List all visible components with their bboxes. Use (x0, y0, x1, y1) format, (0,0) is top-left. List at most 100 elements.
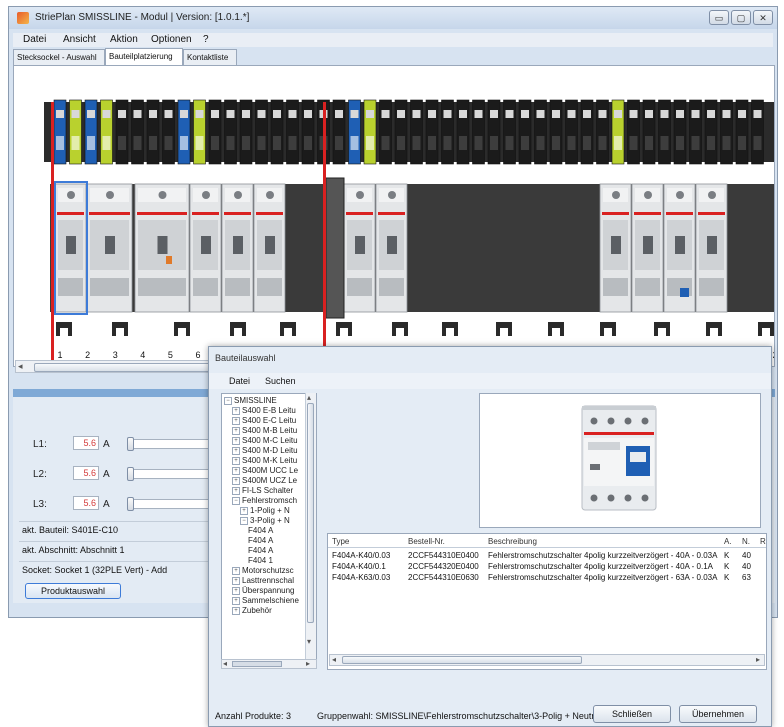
tree-scroll-up-icon[interactable]: ▴ (307, 393, 311, 402)
tree-node[interactable]: + S400 E-C Leitu (224, 416, 299, 426)
collapse-icon[interactable]: − (224, 396, 232, 405)
expand-icon[interactable]: + (232, 596, 240, 605)
maximize-button[interactable]: ▢ (731, 10, 751, 25)
expand-icon[interactable]: + (232, 566, 240, 575)
tree-node[interactable]: F404 1 (224, 556, 299, 566)
tree-node[interactable]: F404 A (224, 526, 299, 536)
tree-node[interactable]: −3-Polig + N (224, 516, 299, 526)
terminal-label (645, 136, 653, 150)
tree-node[interactable]: + Motorschutzsc (224, 566, 299, 576)
tab-stecksockel-auswahl[interactable]: Stecksockel - Auswahl (13, 49, 105, 65)
tree-node[interactable]: + S400M UCC Le (224, 466, 299, 476)
l2-slider[interactable] (127, 469, 217, 479)
col-header-bestellnr[interactable]: Bestell-Nr. (408, 537, 445, 546)
col-header-a[interactable]: A. (724, 537, 732, 546)
tree-node[interactable]: F404 A (224, 546, 299, 556)
breaker-screw (708, 191, 716, 199)
expand-icon[interactable]: + (232, 426, 240, 435)
tree-node[interactable]: + S400M UCZ Le (224, 476, 299, 486)
tree-node[interactable]: + Überspannung (224, 586, 299, 596)
scroll-left-icon[interactable]: ◂ (18, 361, 23, 372)
tree-node[interactable]: + S400 M-C Leitu (224, 436, 299, 446)
expand-icon[interactable]: + (232, 486, 240, 495)
terminal-label (118, 136, 126, 150)
col-header-r[interactable]: R. (760, 537, 766, 546)
tree-node[interactable]: − Fehlerstromsch (224, 496, 299, 506)
breaker-screw (266, 191, 274, 199)
category-tree[interactable]: − SMISSLINE + S400 E-B Leitu + S400 E-C Leitu… (221, 393, 317, 668)
l3-slider[interactable] (127, 499, 217, 509)
col-header-beschreibung[interactable]: Beschreibung (488, 537, 537, 546)
expand-icon[interactable]: + (232, 456, 240, 465)
tree-node[interactable]: +1-Polig + N (224, 506, 299, 516)
expand-icon[interactable]: + (232, 406, 240, 415)
l1-slider-thumb[interactable] (127, 437, 134, 451)
tree-node[interactable]: + S400 E-B Leitu (224, 406, 299, 416)
terminal-screw (304, 110, 312, 118)
table-hscroll-thumb[interactable] (342, 656, 582, 664)
terminal-block (115, 99, 129, 165)
produktauswahl-button[interactable]: Produktauswahl (25, 583, 121, 599)
rail-canvas[interactable]: 1234567891011121314151617181920212223242… (13, 65, 775, 367)
l3-slider-thumb[interactable] (127, 497, 134, 511)
close-button[interactable]: ✕ (753, 10, 773, 25)
tree-node[interactable]: + S400 M-K Leitu (224, 456, 299, 466)
tree-node[interactable]: + S400 M-B Leitu (224, 426, 299, 436)
expand-icon[interactable]: + (232, 436, 240, 445)
tab-bauteilplatzierung[interactable]: Bauteilplatzierung (105, 48, 183, 65)
breaker-screw (158, 191, 167, 199)
table-hscrollbar[interactable]: ◂ ▸ (329, 654, 765, 666)
terminal-label (56, 136, 64, 150)
tree-node[interactable]: + FI-LS Schalter (224, 486, 299, 496)
table-row[interactable]: F404A-K40/0.1 2CCF544320E0400 Fehlerstro… (328, 562, 766, 573)
menu-optionen[interactable]: Optionen (151, 34, 192, 45)
apply-button[interactable]: Übernehmen (679, 705, 757, 723)
expand-icon[interactable]: + (232, 466, 240, 475)
col-header-n[interactable]: N. (742, 537, 750, 546)
collapse-icon[interactable]: − (240, 516, 248, 525)
close-dialog-button[interactable]: Schließen (593, 705, 671, 723)
menu-help[interactable]: ? (203, 34, 209, 45)
expand-icon[interactable]: + (240, 506, 248, 515)
expand-icon[interactable]: + (232, 446, 240, 455)
expand-icon[interactable]: + (232, 576, 240, 585)
tree-scroll-right-icon[interactable]: ▸ (306, 659, 310, 668)
tree-node[interactable]: + Lasttrennschal (224, 576, 299, 586)
rail-clip (654, 322, 670, 336)
tree-vscrollbar[interactable]: ▴ ▾ (305, 393, 316, 668)
terminal-block (565, 99, 578, 165)
canvas-hscroll-thumb[interactable] (34, 363, 232, 372)
tree-node[interactable]: + Sammelschiene (224, 596, 299, 606)
minimize-button[interactable]: ▭ (709, 10, 729, 25)
expand-icon[interactable]: + (232, 476, 240, 485)
tree-node[interactable]: F404 A (224, 536, 299, 546)
table-row[interactable]: F404A-K63/0.03 2CCF544310E0630 Fehlerstr… (328, 573, 766, 584)
tree-scroll-left-icon[interactable]: ◂ (223, 659, 227, 668)
tree-scroll-down-icon[interactable]: ▾ (307, 637, 311, 646)
terminal-label (521, 136, 529, 150)
expand-icon[interactable]: + (232, 416, 240, 425)
l1-slider[interactable] (127, 439, 217, 449)
terminal-screw (738, 110, 746, 118)
dialog-menu-datei[interactable]: Datei (229, 376, 250, 386)
tree-hscroll-thumb[interactable] (232, 661, 282, 667)
tree-node[interactable]: + S400 M-D Leitu (224, 446, 299, 456)
tree-vscroll-thumb[interactable] (307, 403, 314, 623)
expand-icon[interactable]: + (232, 586, 240, 595)
menu-aktion[interactable]: Aktion (110, 34, 138, 45)
expand-icon[interactable]: + (232, 606, 240, 615)
menu-datei[interactable]: Datei (23, 34, 46, 45)
table-scroll-right-icon[interactable]: ▸ (756, 655, 760, 664)
tree-node[interactable]: − SMISSLINE (224, 396, 299, 406)
col-header-type[interactable]: Type (332, 537, 349, 546)
tree-node[interactable]: + Zubehör (224, 606, 299, 616)
collapse-icon[interactable]: − (232, 496, 240, 505)
menu-ansicht[interactable]: Ansicht (63, 34, 96, 45)
l2-slider-thumb[interactable] (127, 467, 134, 481)
tab-kontaktliste[interactable]: Kontaktliste (183, 49, 237, 65)
dialog-menu-suchen[interactable]: Suchen (265, 376, 296, 386)
table-scroll-left-icon[interactable]: ◂ (332, 655, 336, 664)
product-table[interactable]: Type Bestell-Nr. Beschreibung A. N. R. F… (327, 533, 767, 670)
tree-hscrollbar[interactable]: ◂ ▸ (221, 659, 317, 669)
table-row[interactable]: F404A-K40/0.03 2CCF544310E0400 Fehlerstr… (328, 551, 766, 562)
